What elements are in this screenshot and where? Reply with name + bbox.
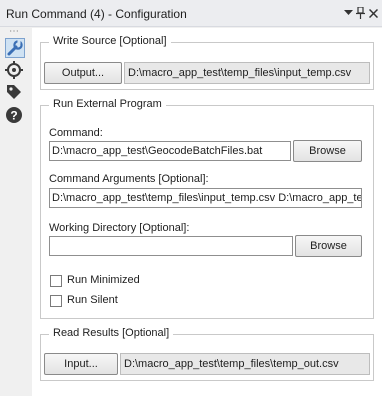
working-directory-label: Working Directory [Optional]:	[49, 222, 190, 234]
run-external-legend: Run External Program	[49, 98, 166, 110]
window-title: Run Command (4) - Configuration	[6, 7, 187, 21]
tag-icon[interactable]	[5, 83, 25, 103]
close-icon[interactable]	[366, 5, 380, 21]
command-label: Command:	[49, 127, 103, 139]
configuration-panel: Write Source [Optional] Output... D:\mac…	[32, 28, 382, 396]
wrench-icon[interactable]	[5, 38, 25, 58]
help-icon[interactable]: ?	[5, 106, 25, 126]
output-button[interactable]: Output...	[44, 62, 122, 84]
input-path-field: D:\macro_app_test\temp_files\temp_out.cs…	[120, 353, 370, 375]
command-browse-button[interactable]: Browse	[293, 140, 362, 162]
run-external-program-group: Run External Program Command: D:\macro_a…	[40, 98, 374, 319]
svg-text:?: ?	[10, 109, 17, 123]
input-button[interactable]: Input...	[44, 353, 118, 375]
target-icon[interactable]	[5, 61, 25, 81]
tool-sidebar: ⋯ ?	[0, 26, 32, 396]
read-results-group: Read Results [Optional] Input... D:\macr…	[40, 327, 374, 381]
working-directory-input[interactable]	[49, 236, 293, 256]
write-source-legend: Write Source [Optional]	[49, 35, 171, 47]
pin-icon[interactable]	[353, 5, 367, 21]
command-input[interactable]: D:\macro_app_test\GeocodeBatchFiles.bat	[49, 141, 291, 161]
run-silent-checkbox[interactable]	[50, 295, 62, 307]
command-arguments-label: Command Arguments [Optional]:	[49, 173, 209, 185]
output-path-field: D:\macro_app_test\temp_files\input_temp.…	[124, 62, 370, 84]
command-arguments-input[interactable]: D:\macro_app_test\temp_files\input_temp.…	[49, 188, 362, 208]
grip-icon[interactable]: ⋯	[9, 26, 20, 37]
run-minimized-checkbox[interactable]	[50, 275, 62, 287]
title-bar: Run Command (4) - Configuration	[0, 0, 382, 27]
read-results-legend: Read Results [Optional]	[49, 327, 174, 339]
run-silent-label: Run Silent	[67, 294, 118, 306]
run-minimized-label: Run Minimized	[67, 274, 140, 286]
working-directory-browse-button[interactable]: Browse	[295, 235, 362, 257]
write-source-group: Write Source [Optional] Output... D:\mac…	[40, 35, 374, 90]
